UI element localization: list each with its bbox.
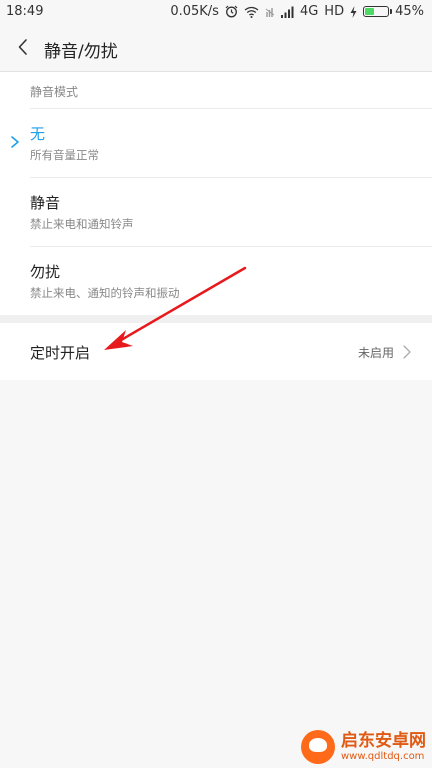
battery-fill: [365, 8, 375, 15]
schedule-value: 未启用: [357, 346, 394, 360]
divider: [30, 246, 432, 247]
page-title: 静音/勿扰: [44, 42, 118, 62]
signal-icon: [280, 6, 294, 18]
selected-check-icon: [11, 136, 19, 148]
network-speed: 0.05K/s: [170, 4, 219, 19]
silent-mode-section: 静音模式 无 所有音量正常 静音 禁止来电和通知铃声 勿扰 禁止来电、通知的铃声…: [0, 72, 432, 315]
chevron-left-icon: [18, 39, 27, 55]
alarm-icon: [225, 5, 238, 18]
option-title: 勿扰: [30, 263, 61, 281]
section-gap: [0, 315, 432, 323]
section-header: 静音模式: [30, 85, 79, 99]
hd-label: HD: [324, 4, 345, 19]
wifi-icon: [244, 6, 259, 18]
status-time: 18:49: [6, 4, 44, 19]
title-bar: 静音/勿扰: [0, 24, 432, 70]
status-bar: 18:49 0.05K/s 4G HD 45%: [0, 0, 432, 24]
back-button[interactable]: [12, 35, 36, 59]
chevron-right-icon: [403, 345, 411, 359]
watermark-text: 启东安卓网 www.qdltdq.com: [341, 732, 426, 762]
status-indicators: 0.05K/s 4G HD 45%: [170, 4, 424, 19]
divider: [30, 177, 432, 178]
option-description: 所有音量正常: [30, 148, 99, 162]
option-do-not-disturb[interactable]: 勿扰 禁止来电、通知的铃声和振动: [0, 246, 432, 315]
watermark-title: 启东安卓网: [341, 731, 426, 752]
no-sim-signal-icon: [265, 6, 275, 18]
battery-icon: [363, 6, 393, 17]
option-description: 禁止来电和通知铃声: [30, 217, 134, 231]
network-type: 4G: [299, 4, 319, 19]
option-description: 禁止来电、通知的铃声和振动: [30, 286, 180, 300]
charging-icon: [350, 5, 357, 18]
option-silent[interactable]: 静音 禁止来电和通知铃声: [0, 177, 432, 246]
schedule-label: 定时开启: [30, 344, 91, 362]
watermark: 启东安卓网 www.qdltdq.com: [301, 730, 426, 764]
option-title: 无: [30, 125, 46, 143]
battery-percent: 45%: [395, 4, 424, 19]
watermark-logo-icon: [301, 730, 335, 764]
watermark-url: www.qdltdq.com: [341, 750, 425, 762]
option-title: 静音: [30, 194, 61, 212]
divider: [30, 108, 432, 109]
option-none[interactable]: 无 所有音量正常: [0, 108, 432, 177]
schedule-row[interactable]: 定时开启 未启用: [0, 323, 432, 380]
